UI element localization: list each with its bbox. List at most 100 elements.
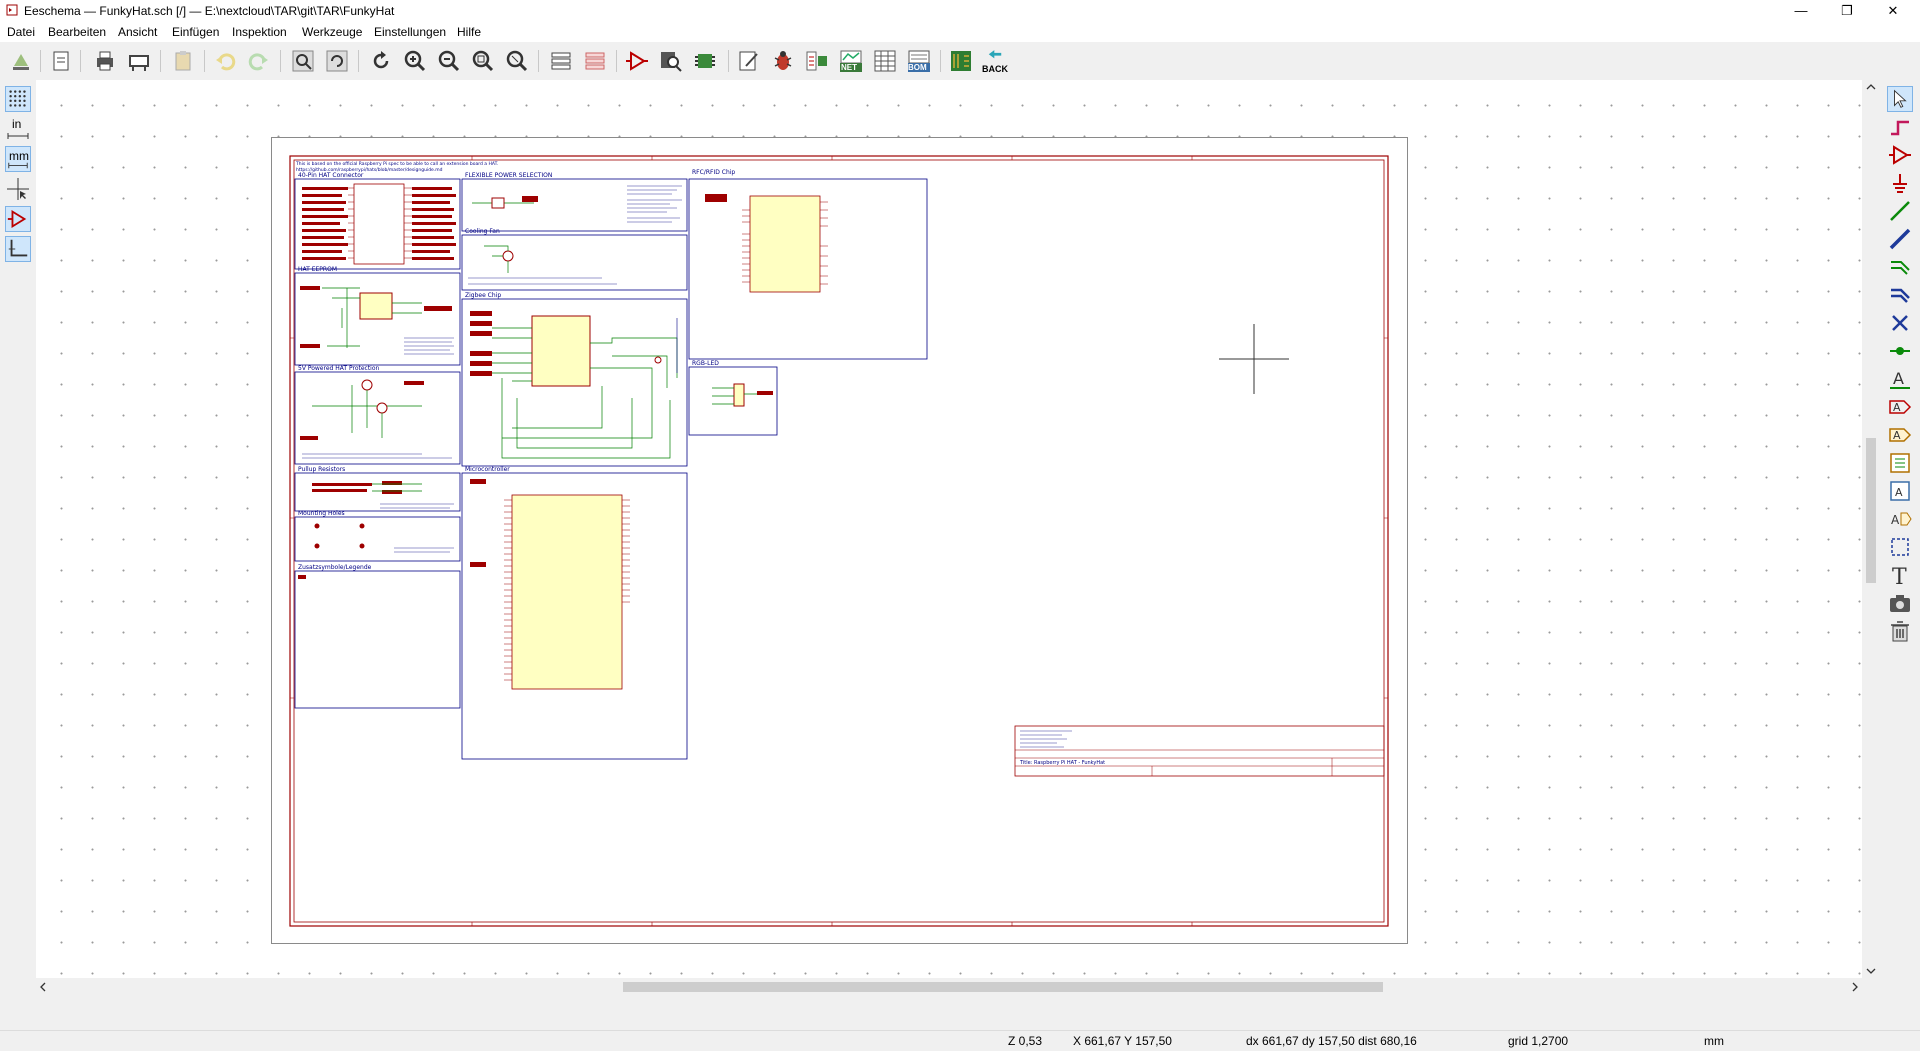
block-title-mcu: Microcontroller (465, 466, 510, 473)
add-bus-bus-entry-icon[interactable] (1887, 282, 1913, 308)
svg-text:A: A (1893, 429, 1901, 442)
symbol-fields-table-icon[interactable] (872, 48, 898, 74)
add-symbol-icon[interactable] (1887, 142, 1913, 168)
assign-footprints-icon[interactable] (804, 48, 830, 74)
scroll-down-icon[interactable] (1862, 964, 1880, 978)
block-title-power: FLEXIBLE POWER SELECTION (465, 172, 552, 179)
schematic-drawing: This is based on the official Raspberry … (289, 155, 1389, 927)
bom-badge-label: BOM (908, 63, 927, 72)
menu-bar: Datei Bearbeiten Ansicht Einfügen Inspek… (0, 22, 1920, 42)
status-bar: Z 0,53 X 661,67 Y 157,50 dx 661,67 dy 15… (0, 1030, 1920, 1051)
scroll-left-icon[interactable] (36, 978, 50, 996)
no-connect-icon[interactable] (1887, 310, 1913, 336)
navigate-hierarchy-icon[interactable] (548, 48, 574, 74)
status-units: mm (1704, 1034, 1724, 1048)
find-icon[interactable] (290, 48, 316, 74)
menu-einstellungen[interactable]: Einstellungen (374, 25, 446, 39)
footprint-editor-icon[interactable] (692, 48, 718, 74)
svg-text:A: A (1895, 486, 1903, 499)
add-image-icon[interactable] (1887, 590, 1913, 616)
status-delta: dx 661,67 dy 157,50 dist 680,16 (1246, 1034, 1417, 1048)
schematic-canvas[interactable]: This is based on the official Raspberry … (36, 80, 1862, 978)
block-title-zigbee: Zigbee Chip (465, 292, 501, 299)
main-toolbar: NET BOM BACK (0, 42, 1920, 80)
annotate-icon[interactable] (736, 48, 762, 74)
close-button[interactable]: ✕ (1870, 0, 1916, 22)
pcbnew-icon[interactable] (948, 48, 974, 74)
block-title-legend: Zusatzsymbole/Legende (298, 564, 372, 571)
symbol-editor-icon[interactable] (624, 48, 650, 74)
block-title-rfid: RFC/RFID Chip (692, 169, 735, 176)
units-mm-button[interactable]: mm (5, 146, 31, 172)
menu-bearbeiten[interactable]: Bearbeiten (48, 25, 106, 39)
hidden-pins-icon[interactable] (5, 206, 31, 232)
menu-werkzeuge[interactable]: Werkzeuge (302, 25, 362, 39)
add-text-icon[interactable]: T (1887, 562, 1913, 590)
zoom-fit-icon[interactable] (470, 48, 496, 74)
vertical-scrollbar[interactable] (1862, 80, 1880, 978)
window-title: Eeschema — FunkyHat.sch [/] — E:\nextclo… (24, 4, 395, 18)
restore-button[interactable]: ❐ (1824, 0, 1870, 22)
delete-icon[interactable] (1887, 618, 1913, 644)
minimize-button[interactable]: — (1778, 0, 1824, 22)
redo-icon[interactable] (246, 48, 272, 74)
eeschema-app-icon (6, 4, 18, 16)
add-wire-bus-entry-icon[interactable] (1887, 254, 1913, 280)
highlight-net-icon[interactable] (1887, 114, 1913, 140)
toolbar-separator (204, 50, 205, 72)
print-icon[interactable] (92, 48, 118, 74)
block-title-gpio: 40-Pin HAT Connector (298, 172, 364, 179)
zoom-out-icon[interactable] (436, 48, 462, 74)
bom-icon[interactable]: BOM (906, 48, 932, 74)
wire-angle-icon[interactable] (5, 236, 31, 262)
schematic-sheet: This is based on the official Raspberry … (271, 137, 1408, 944)
erc-bug-icon[interactable] (770, 48, 796, 74)
add-hier-sheet-icon[interactable] (1887, 450, 1913, 476)
add-label-icon[interactable]: A (1887, 366, 1913, 392)
add-hier-label-icon[interactable]: A (1887, 422, 1913, 448)
block-title-holes: Mounting Holes (298, 510, 345, 517)
plot-icon[interactable] (126, 48, 152, 74)
select-arrow-icon[interactable] (1887, 86, 1913, 112)
vertical-scroll-thumb[interactable] (1866, 438, 1876, 583)
back-label: BACK (982, 64, 1008, 74)
add-global-label-icon[interactable]: A (1887, 394, 1913, 420)
menu-hilfe[interactable]: Hilfe (457, 25, 481, 39)
refresh-icon[interactable] (368, 48, 394, 74)
paste-icon[interactable] (170, 48, 196, 74)
toolbar-separator (940, 50, 941, 72)
undo-icon[interactable] (212, 48, 238, 74)
add-graphic-lines-icon[interactable] (1887, 534, 1913, 560)
find-replace-icon[interactable] (324, 48, 350, 74)
grid-toggle-icon[interactable] (5, 86, 31, 112)
page-settings-icon[interactable] (48, 48, 74, 74)
zoom-in-icon[interactable] (402, 48, 428, 74)
import-sheet-pin-icon[interactable]: A (1887, 478, 1913, 504)
netlist-icon[interactable]: NET (838, 48, 864, 74)
header-note: This is based on the official Raspberry … (295, 161, 498, 167)
menu-inspektion[interactable]: Inspektion (232, 25, 287, 39)
add-bus-icon[interactable] (1887, 226, 1913, 252)
menu-ansicht[interactable]: Ansicht (118, 25, 157, 39)
units-inch-button[interactable]: in (5, 116, 31, 142)
add-power-icon[interactable] (1887, 170, 1913, 196)
add-wire-icon[interactable] (1887, 198, 1913, 224)
scroll-up-icon[interactable] (1862, 80, 1880, 94)
symbol-library-browser-icon[interactable] (658, 48, 684, 74)
menu-datei[interactable]: Datei (7, 25, 35, 39)
zoom-selection-icon[interactable] (504, 48, 530, 74)
scroll-right-icon[interactable] (1848, 978, 1862, 996)
menu-einfuegen[interactable]: Einfügen (172, 25, 219, 39)
svg-text:A: A (1891, 513, 1900, 527)
crosshair-cursor (1219, 324, 1289, 394)
leave-sheet-icon[interactable] (582, 48, 608, 74)
cursor-shape-icon[interactable] (5, 176, 31, 202)
block-title-protect: 5V Powered HAT Protection (298, 365, 380, 372)
add-junction-icon[interactable] (1887, 338, 1913, 364)
sheet-setup-icon[interactable] (8, 48, 34, 74)
horizontal-scroll-thumb[interactable] (623, 982, 1383, 992)
block-title-rgb: RGB-LED (692, 360, 719, 367)
add-sheet-pin-icon[interactable]: A (1887, 506, 1913, 532)
horizontal-scrollbar[interactable] (36, 978, 1862, 996)
back-annotate-button[interactable]: BACK (982, 48, 1012, 74)
